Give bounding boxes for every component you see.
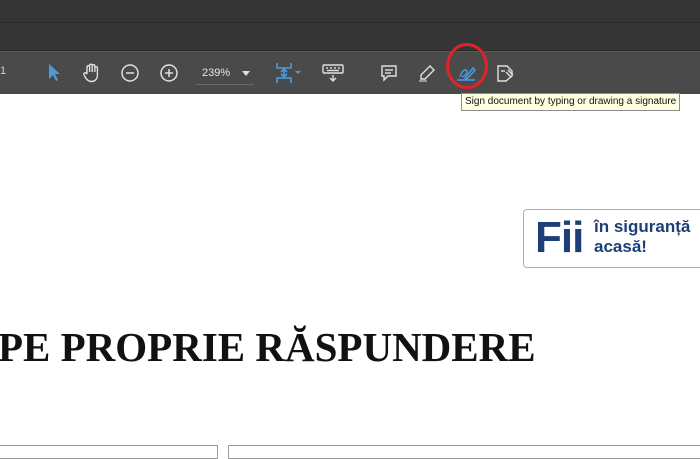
form-field-left[interactable]: [0, 445, 218, 459]
zoom-out-button[interactable]: [118, 52, 142, 94]
arrow-pointer-icon: [49, 64, 60, 81]
comment-icon: [381, 65, 397, 82]
keyboard-icon: [322, 64, 344, 82]
fit-page-icon: [276, 63, 301, 83]
page-number[interactable]: 1: [0, 65, 6, 77]
highlight-circle-annotation: [446, 43, 488, 89]
stay-safe-badge: Fii în siguranță acasă!: [523, 209, 700, 268]
zoom-in-button[interactable]: [157, 52, 181, 94]
document-heading: PE PROPRIE RĂSPUNDERE: [0, 324, 536, 370]
sign-tooltip: Sign document by typing or drawing a sig…: [461, 93, 681, 111]
plus-circle-icon: [160, 64, 178, 82]
pen-icon: [419, 65, 435, 82]
window-title-bar: [0, 0, 700, 51]
form-field-right[interactable]: [228, 445, 700, 459]
stamp-icon: [497, 65, 514, 82]
select-tool-button[interactable]: [42, 52, 66, 94]
badge-small-text: în siguranță acasă!: [594, 217, 690, 257]
hand-tool-button[interactable]: [80, 52, 104, 94]
comment-button[interactable]: [377, 52, 401, 94]
minus-circle-icon: [121, 64, 139, 82]
pdf-toolbar: 1 239%: [0, 51, 700, 94]
highlight-button[interactable]: [415, 52, 439, 94]
badge-big-text: Fii: [535, 213, 584, 262]
badge-line-1: în siguranță: [594, 217, 691, 236]
fit-page-button[interactable]: [272, 52, 306, 94]
title-bar-divider: [0, 22, 700, 23]
hand-icon: [83, 63, 99, 83]
chevron-down-icon: [242, 71, 250, 76]
stamp-button[interactable]: [492, 52, 518, 94]
zoom-value: 239%: [202, 67, 231, 79]
scroll-mode-button[interactable]: [320, 52, 346, 94]
badge-line-2: acasă!: [594, 237, 647, 256]
zoom-dropdown[interactable]: 239%: [196, 62, 254, 85]
